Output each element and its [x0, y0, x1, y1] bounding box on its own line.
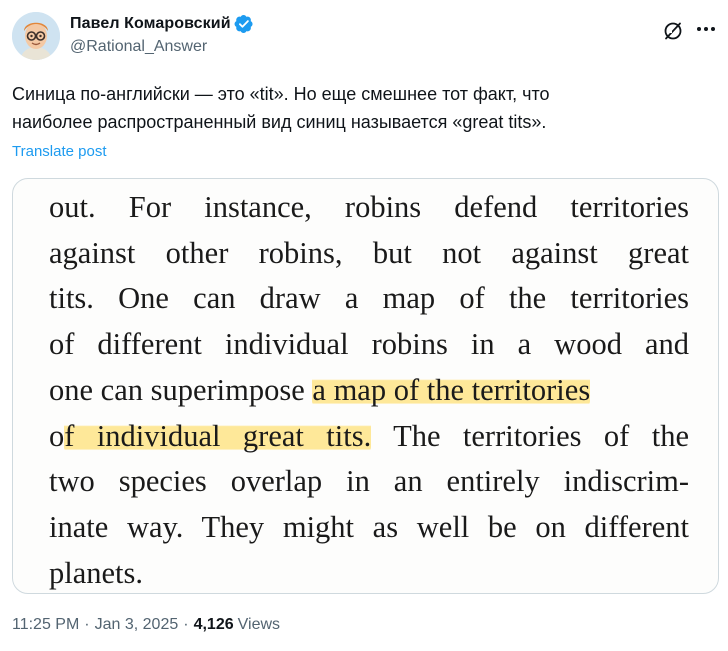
display-name[interactable]: Павел Комаровский: [70, 15, 231, 33]
translate-post-link[interactable]: Translate post: [12, 143, 107, 160]
separator-dot: ·: [84, 616, 90, 633]
post-time[interactable]: 11:25 PM: [12, 616, 79, 634]
tweet-text-line: Синица по-английски — это «tit». Но еще …: [12, 84, 550, 104]
book-text: o: [49, 418, 65, 453]
avatar[interactable]: [12, 12, 60, 60]
book-line: out. For instance, robins defend territo…: [49, 190, 689, 224]
tweet: Павел Комаровский @Rational_Answer Синиц…: [0, 0, 728, 651]
book-line: of individual great tits. The territorie…: [49, 414, 689, 460]
book-line: inate way. They might as well be on diff…: [49, 509, 689, 544]
book-text: The territories of the: [371, 418, 689, 453]
tweet-text: Синица по-английски — это «tit». Но еще …: [12, 80, 712, 136]
verified-badge-icon[interactable]: [234, 14, 254, 34]
book-line: one can superimpose a map of the territo…: [49, 368, 689, 414]
post-date[interactable]: Jan 3, 2025: [95, 616, 179, 634]
book-line: against other robins, but not against gr…: [49, 235, 689, 270]
name-row: Павел Комаровский: [70, 13, 254, 34]
tweet-meta: 11:25 PM · Jan 3, 2025 · 4,126 Views: [12, 616, 280, 634]
more-options-icon[interactable]: [694, 17, 718, 41]
book-line: tits. One can draw a map of the territor…: [49, 281, 689, 316]
book-text: one can superimpose: [49, 372, 313, 407]
views-label: Views: [237, 616, 281, 633]
grok-icon[interactable]: [662, 20, 684, 42]
book-excerpt: out. For instance, robins defend territo…: [49, 185, 689, 593]
highlighted-text: f individual great tits.: [64, 418, 372, 453]
book-line: planets.: [49, 555, 144, 590]
separator-dot: ·: [183, 616, 189, 633]
book-line: two species overlap in an entirely indis…: [49, 464, 689, 499]
attached-image[interactable]: out. For instance, robins defend territo…: [12, 178, 719, 594]
book-line: of different individual robins in a wood…: [49, 327, 689, 362]
views-count[interactable]: 4,126: [194, 616, 234, 634]
tweet-text-line: наиболее распространенный вид синиц назы…: [12, 112, 547, 132]
handle[interactable]: @Rational_Answer: [70, 38, 254, 56]
author-block: Павел Комаровский @Rational_Answer: [70, 13, 254, 56]
highlighted-text: a map of the territories: [312, 372, 591, 407]
cartoon-avatar-icon: [12, 12, 60, 60]
